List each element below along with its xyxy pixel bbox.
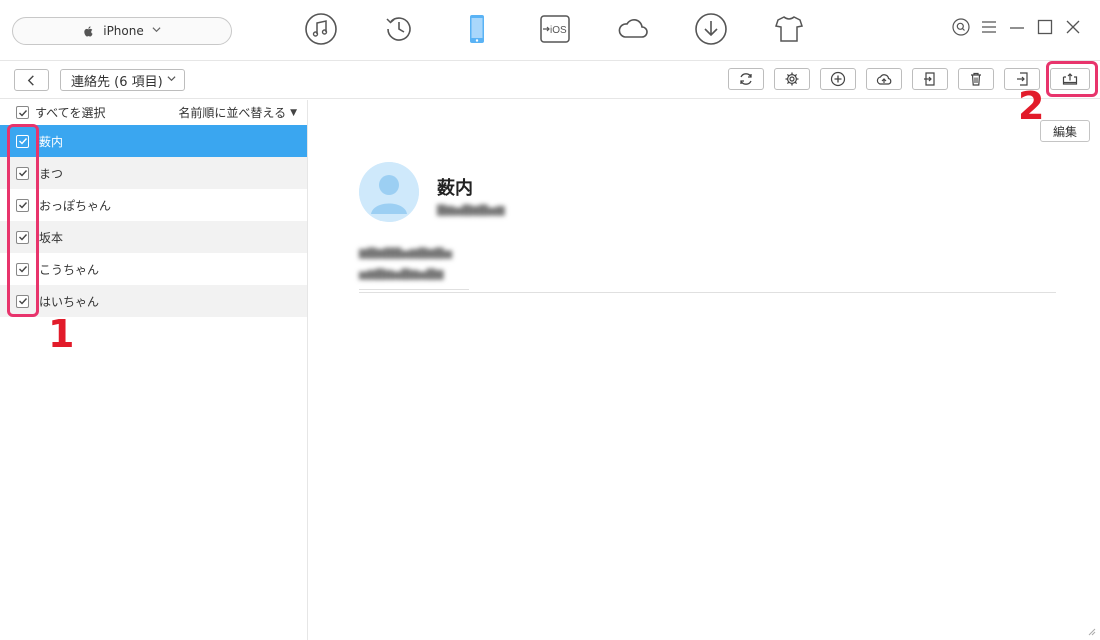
- contact-name: おっぽちゃん: [39, 198, 112, 213]
- category-label: 連絡先 (6 項目): [71, 74, 163, 90]
- main-nav: iOS: [302, 10, 848, 48]
- contact-row[interactable]: まつ: [0, 157, 307, 189]
- export-button[interactable]: [912, 68, 948, 90]
- export-icon: [924, 72, 935, 86]
- select-all-label: すべてを選択: [35, 106, 106, 120]
- select-all-checkbox[interactable]: [16, 106, 29, 119]
- contact-row[interactable]: おっぽちゃん: [0, 189, 307, 221]
- upload-cloud-button[interactable]: [866, 68, 902, 90]
- sort-label: 名前順に並べ替える: [178, 106, 287, 120]
- device-name: iPhone: [103, 24, 144, 38]
- chevron-left-icon: [27, 74, 34, 86]
- refresh-icon: [740, 73, 752, 85]
- contact-list-pane: すべてを選択 名前順に並べ替える ▼ 薮内 まつ おっぽちゃん 坂本 こうちゃん…: [0, 100, 308, 640]
- upload-cloud-icon: [876, 74, 892, 85]
- avatar: [359, 162, 419, 222]
- minimize-icon[interactable]: [1008, 18, 1026, 36]
- category-selector[interactable]: 連絡先 (6 項目): [60, 69, 185, 91]
- apple-icon: [83, 25, 95, 38]
- back-button[interactable]: [14, 69, 49, 91]
- contact-name: まつ: [39, 166, 64, 181]
- add-icon: [830, 71, 846, 87]
- divider: [359, 289, 469, 290]
- step-number-1: 1: [48, 312, 75, 356]
- trash-icon: [971, 72, 981, 86]
- sort-dropdown[interactable]: 名前順に並べ替える ▼: [178, 104, 297, 121]
- cloud-icon[interactable]: [614, 10, 652, 48]
- list-header: すべてを選択 名前順に並べ替える ▼: [0, 100, 307, 125]
- blurred-field-label: ▆▇▆▇▇▅▆▇▆▇▅: [359, 246, 453, 259]
- close-icon[interactable]: [1064, 18, 1082, 36]
- window-controls: [952, 18, 1082, 36]
- ios-transfer-icon[interactable]: iOS: [536, 10, 574, 48]
- contact-name: こうちゃん: [39, 262, 100, 277]
- detail-contact-name: 薮内: [437, 178, 473, 199]
- delete-button[interactable]: [958, 68, 994, 90]
- menu-icon[interactable]: [980, 18, 998, 36]
- divider: [359, 292, 1056, 293]
- phone-icon[interactable]: [458, 10, 496, 48]
- chevron-down-icon: [152, 25, 161, 37]
- edit-button[interactable]: 編集: [1040, 120, 1090, 142]
- blurred-phone: ▅▆▇▆▅▇▆▅▇▆: [359, 267, 444, 280]
- svg-text:iOS: iOS: [550, 25, 567, 36]
- contact-row[interactable]: 薮内: [0, 125, 307, 157]
- device-selector[interactable]: iPhone: [12, 17, 232, 45]
- history-icon[interactable]: [380, 10, 418, 48]
- top-bar: iPhone iOS: [0, 0, 1100, 61]
- blurred-subtitle: ▇▆▅▇▆▇▅▆: [437, 203, 505, 216]
- contact-name: 薮内: [39, 134, 64, 149]
- resize-grip-icon[interactable]: [1086, 626, 1096, 636]
- settings-button[interactable]: [774, 68, 810, 90]
- music-icon[interactable]: [302, 10, 340, 48]
- contact-row[interactable]: はいちゃん: [0, 285, 307, 317]
- select-all-toggle[interactable]: すべてを選択: [16, 104, 105, 121]
- highlight-box-download-button: [1046, 61, 1098, 97]
- tshirt-icon[interactable]: [770, 10, 808, 48]
- caret-down-icon: ▼: [290, 107, 297, 118]
- search-icon[interactable]: [952, 18, 970, 36]
- download-icon[interactable]: [692, 10, 730, 48]
- contact-detail-pane: 編集 薮内 ▇▆▅▇▆▇▅▆ ▆▇▆▇▇▅▆▇▆▇▅ ▅▆▇▆▅▇▆▅▇▆: [309, 100, 1100, 640]
- contact-row[interactable]: 坂本: [0, 221, 307, 253]
- person-icon: [359, 162, 419, 222]
- toolbar: 連絡先 (6 項目): [0, 61, 1100, 99]
- contact-row[interactable]: こうちゃん: [0, 253, 307, 285]
- maximize-icon[interactable]: [1036, 18, 1054, 36]
- settings-icon: [785, 72, 799, 86]
- highlight-box-checkboxes: [7, 124, 39, 317]
- refresh-button[interactable]: [728, 68, 764, 90]
- chevron-down-icon: [167, 74, 176, 86]
- contact-name: 坂本: [39, 230, 64, 245]
- step-number-2: 2: [1018, 84, 1045, 128]
- contact-name: はいちゃん: [39, 294, 100, 309]
- add-button[interactable]: [820, 68, 856, 90]
